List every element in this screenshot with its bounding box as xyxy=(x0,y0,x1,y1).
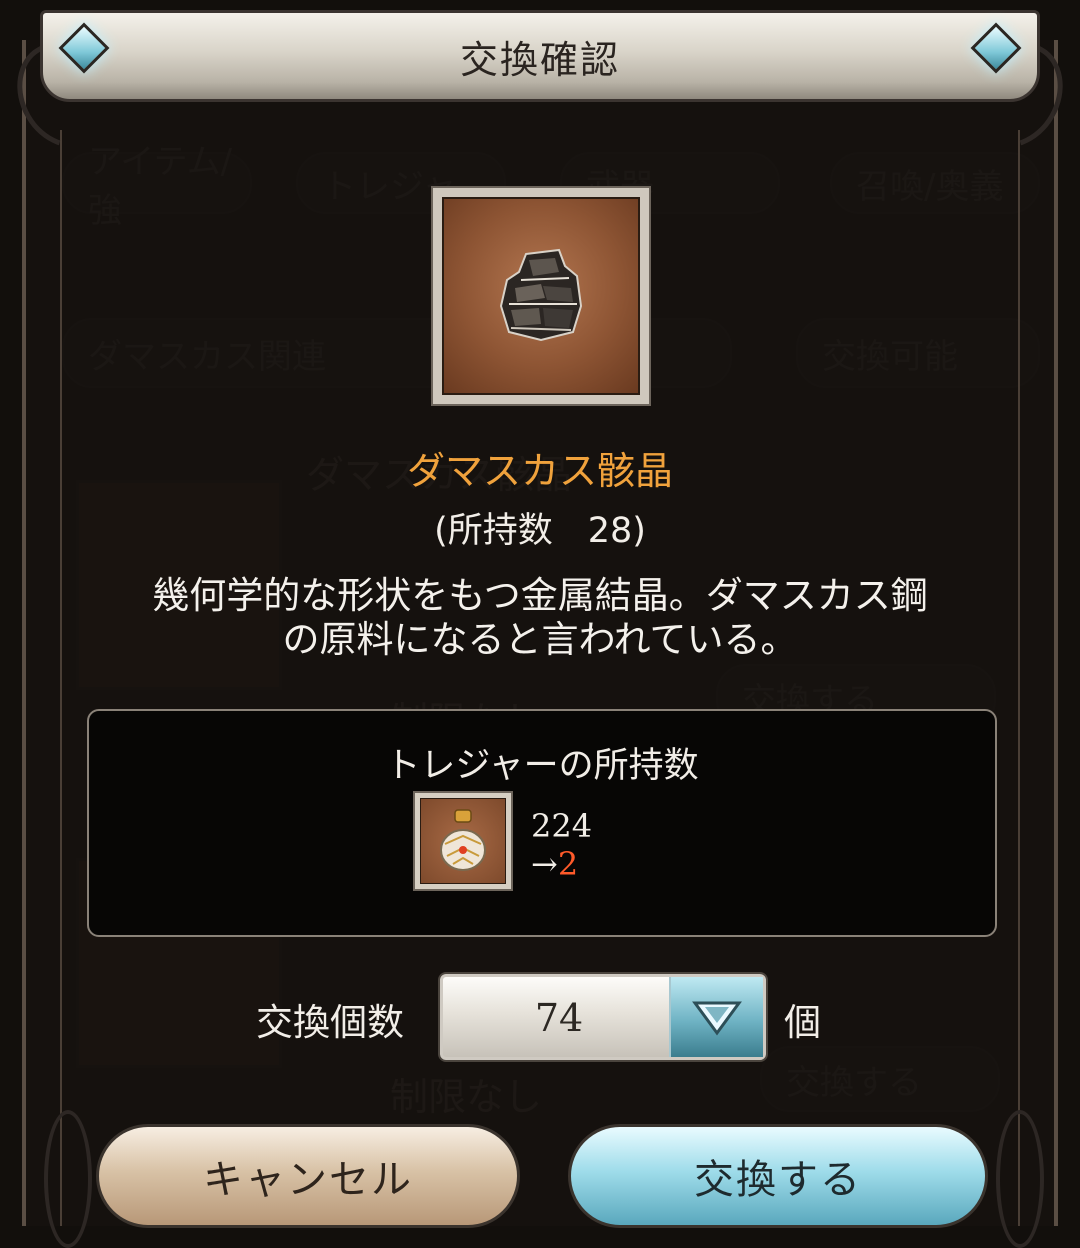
treasure-count-panel: トレジャーの所持数 224 →2 xyxy=(87,709,997,937)
treasure-pouch-icon xyxy=(420,798,506,884)
quantity-value[interactable]: 74 xyxy=(443,977,675,1057)
exchange-button[interactable]: 交換する xyxy=(568,1124,988,1228)
item-name: ダマスカス骸晶 xyxy=(406,449,673,493)
treasure-after-row: →2 xyxy=(531,845,592,883)
arrow-right-icon: → xyxy=(531,845,558,883)
cancel-button-ornament xyxy=(44,1110,92,1248)
quantity-unit: 個 xyxy=(784,1001,821,1044)
item-description-line1: 幾何学的な形状をもつ金属結晶。ダマスカス鋼 xyxy=(152,574,928,617)
treasure-thumbnail xyxy=(413,791,513,891)
item-description: 幾何学的な形状をもつ金属結晶。ダマスカス鋼 の原料になると言われている。 xyxy=(100,574,980,662)
item-image-frame xyxy=(431,186,651,406)
quantity-dropdown-button[interactable] xyxy=(669,977,763,1057)
treasure-after-count: 2 xyxy=(557,845,579,883)
chevron-down-icon xyxy=(692,1001,742,1036)
item-owned-count: (所持数 28) xyxy=(434,511,646,551)
dialog-title: 交換確認 xyxy=(459,37,620,82)
treasure-heading: トレジャーの所持数 xyxy=(385,746,699,786)
quantity-label: 交換個数 xyxy=(256,1001,404,1044)
damascus-crystal-icon xyxy=(442,197,640,395)
exchange-button-ornament xyxy=(996,1110,1044,1248)
quantity-select[interactable]: 74 xyxy=(440,974,766,1060)
crystal-shape xyxy=(499,248,583,342)
cancel-button[interactable]: キャンセル xyxy=(96,1124,520,1228)
pouch-shape xyxy=(440,809,486,871)
treasure-current-count: 224 xyxy=(531,807,593,845)
dialog-title-bar: 交換確認 xyxy=(40,10,1040,102)
item-description-line2: の原料になると言われている。 xyxy=(282,618,798,661)
treasure-count-values: 224 →2 xyxy=(531,807,592,883)
